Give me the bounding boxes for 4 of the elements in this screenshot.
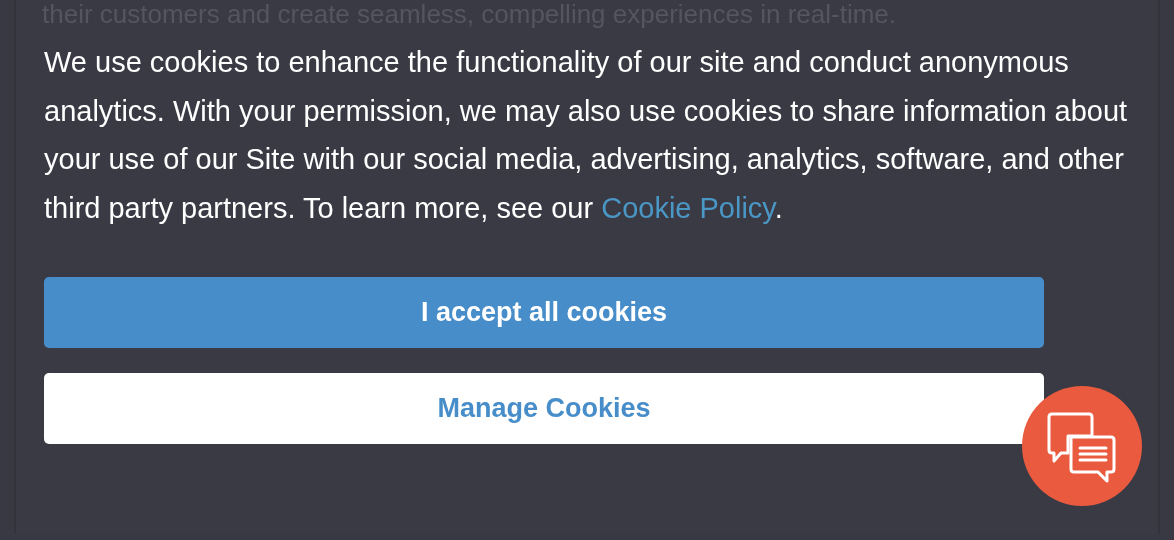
accept-button[interactable]: I accept all cookies <box>44 277 1044 348</box>
manage-button[interactable]: Manage Cookies <box>44 373 1044 444</box>
cookie-message: We use cookies to enhance the functionality of our site and conduct anonymous analytics. With your permission, we may also use cookies to share information about your use of our Site with our social media, advertising, analytics, software, and other third party partners. To learn more, see our Cookie Policy. <box>44 45 1129 226</box>
cookie-policy-link[interactable]: Cookie Policy <box>601 191 775 224</box>
